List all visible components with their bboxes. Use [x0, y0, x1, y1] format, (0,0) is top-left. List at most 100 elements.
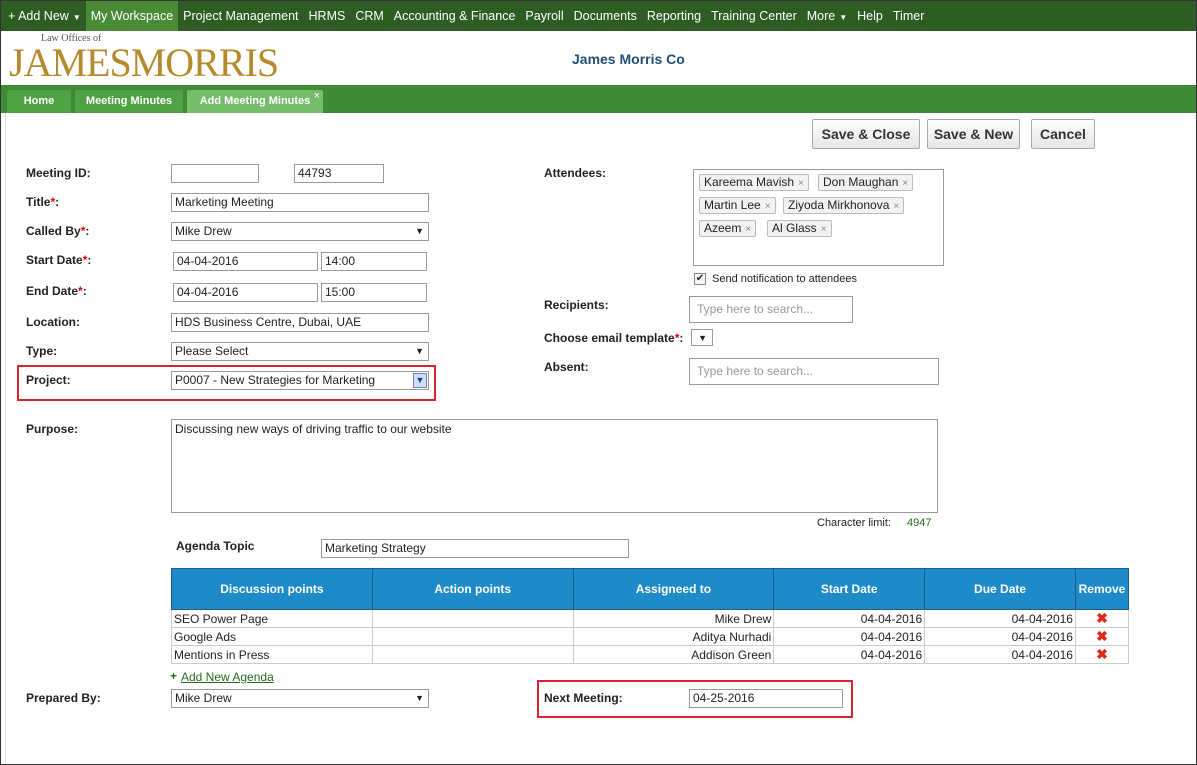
label-colon: :	[87, 253, 92, 267]
close-icon[interactable]: ×	[314, 85, 320, 108]
email-template-label-text: Choose email template	[544, 331, 675, 345]
agenda-topic-input[interactable]: Marketing Strategy	[321, 539, 629, 558]
end-date-input[interactable]: 04-04-2016	[173, 283, 318, 302]
agenda-table: Discussion points Action points Assignee…	[171, 568, 1130, 664]
send-notification-label: Send notification to attendees	[712, 273, 857, 285]
attendees-box[interactable]: Kareema Mavish × Don Maughan × Martin Lee ×…	[693, 169, 944, 266]
dropdown-arrow-icon: ▼	[413, 373, 427, 388]
top-navigation: + Add New ▼ My Workspace Project Manageme…	[1, 1, 1196, 31]
meeting-number-input[interactable]: 44793	[294, 164, 384, 183]
label-colon: :	[85, 224, 90, 238]
due-date-cell[interactable]: 04-04-2016	[924, 627, 1076, 646]
remove-cell: ✖	[1074, 627, 1130, 646]
due-date-cell[interactable]: 04-04-2016	[924, 609, 1076, 628]
meeting-id-input[interactable]	[171, 164, 259, 183]
nav-add-new[interactable]: + Add New ▼	[3, 1, 86, 31]
start-date-cell[interactable]: 04-04-2016	[773, 645, 926, 664]
attendee-tag: Martin Lee ×	[699, 197, 776, 214]
start-date-cell[interactable]: 04-04-2016	[773, 627, 926, 646]
type-select[interactable]: Please Select ▼	[171, 342, 429, 361]
send-notification-checkbox[interactable]: ✔	[694, 273, 706, 285]
title-label: Title*:	[26, 195, 59, 209]
nav-crm[interactable]: CRM	[350, 1, 388, 31]
due-date-cell[interactable]: 04-04-2016	[924, 645, 1076, 664]
start-date-label-text: Start Date	[26, 253, 83, 267]
meeting-id-label: Meeting ID:	[26, 166, 91, 180]
tab-add-meeting-minutes[interactable]: Add Meeting Minutes ×	[187, 90, 323, 113]
nav-more[interactable]: More ▼	[802, 1, 852, 31]
close-icon[interactable]: ×	[798, 178, 804, 189]
recipients-search-input[interactable]: Type here to search...	[689, 296, 853, 323]
column-header-discussion: Discussion points	[171, 568, 373, 610]
add-new-agenda-link[interactable]: Add New Agenda	[181, 670, 274, 684]
nav-timer[interactable]: Timer	[888, 1, 929, 31]
discussion-cell[interactable]: Google Ads	[171, 627, 373, 646]
attendee-tag: Al Glass ×	[767, 220, 832, 237]
location-input[interactable]: HDS Business Centre, Dubai, UAE	[171, 313, 429, 332]
tab-meeting-minutes[interactable]: Meeting Minutes	[75, 90, 183, 113]
start-date-cell[interactable]: 04-04-2016	[773, 609, 926, 628]
plus-icon: +	[170, 669, 178, 683]
start-time-input[interactable]: 14:00	[321, 252, 427, 271]
remove-icon[interactable]: ✖	[1096, 646, 1108, 662]
email-template-label: Choose email template*:	[544, 331, 683, 345]
remove-icon[interactable]: ✖	[1096, 610, 1108, 626]
end-time-input[interactable]: 15:00	[321, 283, 427, 302]
called-by-select[interactable]: Mike Drew ▼	[171, 222, 429, 241]
chevron-down-icon: ▼	[839, 13, 848, 22]
type-label: Type:	[26, 344, 58, 358]
close-icon[interactable]: ×	[745, 224, 751, 235]
assigned-cell[interactable]: Aditya Nurhadi	[572, 627, 775, 646]
nav-accounting-finance[interactable]: Accounting & Finance	[389, 1, 521, 31]
email-template-select[interactable]: ▼	[691, 329, 713, 346]
nav-my-workspace[interactable]: My Workspace	[85, 1, 179, 31]
column-header-assigned: Assigneed to	[572, 568, 775, 610]
location-label: Location:	[26, 315, 80, 329]
project-select[interactable]: P0007 - New Strategies for Marketing ▼	[171, 371, 429, 390]
remove-icon[interactable]: ✖	[1096, 628, 1108, 644]
nav-more-label: More	[806, 9, 836, 23]
purpose-textarea[interactable]: Discussing new ways of driving traffic t…	[171, 419, 938, 513]
title-label-text: Title	[26, 195, 51, 209]
dropdown-arrow-icon: ▼	[415, 226, 424, 236]
close-icon[interactable]: ×	[765, 201, 771, 212]
nav-hrms[interactable]: HRMS	[304, 1, 351, 31]
nav-help[interactable]: Help	[852, 1, 888, 31]
action-cell[interactable]	[371, 645, 574, 664]
close-icon[interactable]: ×	[821, 224, 827, 235]
nav-reporting[interactable]: Reporting	[642, 1, 706, 31]
close-icon[interactable]: ×	[902, 178, 908, 189]
label-colon: :	[82, 284, 87, 298]
attendee-name: Kareema Mavish	[704, 175, 795, 189]
absent-search-input[interactable]: Type here to search...	[689, 358, 939, 385]
nav-payroll[interactable]: Payroll	[520, 1, 568, 31]
nav-project-management[interactable]: Project Management	[178, 1, 303, 31]
close-icon[interactable]: ×	[893, 201, 899, 212]
attendee-name: Ziyoda Mirkhonova	[788, 198, 890, 212]
assigned-cell[interactable]: Mike Drew	[572, 609, 775, 628]
tab-home[interactable]: Home	[7, 90, 71, 113]
dropdown-arrow-icon: ▼	[415, 346, 424, 356]
project-value: P0007 - New Strategies for Marketing	[175, 373, 376, 387]
company-logo: Law Offices of JAMESMORRIS	[9, 33, 279, 85]
discussion-cell[interactable]: Mentions in Press	[171, 645, 373, 664]
cancel-button[interactable]: Cancel	[1031, 119, 1095, 149]
prepared-by-select[interactable]: Mike Drew ▼	[171, 689, 429, 708]
nav-documents[interactable]: Documents	[569, 1, 642, 31]
header: Law Offices of JAMESMORRIS James Morris …	[1, 31, 1196, 85]
attendee-name: Martin Lee	[704, 198, 761, 212]
next-meeting-label: Next Meeting:	[544, 691, 623, 705]
save-close-button[interactable]: Save & Close	[812, 119, 920, 149]
title-input[interactable]: Marketing Meeting	[171, 193, 429, 212]
assigned-cell[interactable]: Addison Green	[572, 645, 775, 664]
column-header-due-date: Due Date	[924, 568, 1076, 610]
action-cell[interactable]	[371, 627, 574, 646]
nav-training-center[interactable]: Training Center	[706, 1, 802, 31]
action-cell[interactable]	[371, 609, 574, 628]
next-meeting-input[interactable]: 04-25-2016	[689, 689, 843, 708]
save-new-button[interactable]: Save & New	[927, 119, 1020, 149]
discussion-cell[interactable]: SEO Power Page	[171, 609, 373, 628]
dropdown-arrow-icon: ▼	[415, 693, 424, 703]
table-row: Google Ads Aditya Nurhadi 04-04-2016 04-…	[171, 627, 1130, 646]
start-date-input[interactable]: 04-04-2016	[173, 252, 318, 271]
